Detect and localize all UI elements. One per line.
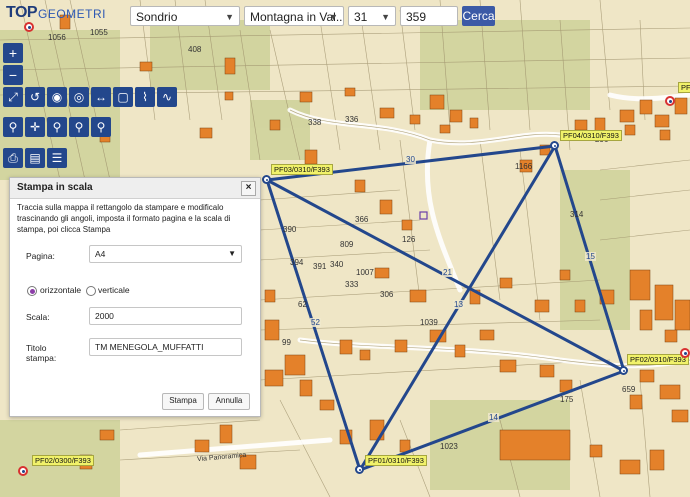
curve-icon[interactable]: ∿ [157, 87, 177, 107]
crosshair-icon[interactable]: ✛ [25, 117, 45, 137]
logo-top-text: TOP [6, 4, 38, 21]
print-title-label-line2: stampa: [26, 353, 57, 363]
scale-input[interactable]: 2000 [89, 307, 242, 325]
province-select[interactable]: Sondrio ▼ [130, 6, 240, 26]
dialog-header: Stampa in scala × [10, 178, 260, 199]
edge-length-label: 14 [488, 413, 499, 422]
point-label: PF01/0310/F393 [365, 455, 427, 466]
chevron-down-icon: ▼ [225, 12, 234, 22]
province-value: Sondrio [136, 10, 178, 24]
municipality-select[interactable]: Montagna in Val... ▼ [244, 6, 344, 26]
chevron-down-icon: ▼ [381, 12, 390, 22]
measure-distance-icon[interactable]: ↔ [91, 87, 111, 107]
rectangle-corner-handle[interactable] [619, 366, 628, 375]
point-label: PF04/0310/F393 [560, 130, 622, 141]
marker-icon[interactable]: ⚲ [3, 117, 23, 137]
scale-print-dialog: Stampa in scala × Traccia sulla mappa il… [9, 177, 261, 417]
edge-length-label: 21 [442, 268, 453, 277]
orientation-horizontal-radio[interactable] [27, 286, 37, 296]
chevron-down-icon: ▼ [329, 12, 338, 22]
survey-point-icon[interactable] [680, 348, 690, 358]
list-icon[interactable]: ☰ [47, 148, 67, 168]
print-button[interactable]: Stampa [162, 393, 204, 410]
survey-point-icon[interactable] [665, 96, 675, 106]
point-label: PF0 [678, 82, 690, 93]
scale-label: Scala: [26, 312, 50, 322]
circle-target-icon[interactable]: ◎ [69, 87, 89, 107]
rectangle-corner-handle[interactable] [262, 175, 271, 184]
zoom-in-button[interactable]: + [3, 43, 23, 63]
point-label: PF03/0310/F393 [271, 164, 333, 175]
point-label: PF02/0300/F393 [32, 455, 94, 466]
dialog-title: Stampa in scala [17, 182, 93, 193]
search-button[interactable]: Cerca [462, 6, 495, 26]
page-label: Pagina: [26, 251, 55, 261]
print-title-input[interactable]: TM MENEGOLA_MUFFATTI [89, 338, 242, 356]
orientation-vertical-radio[interactable] [86, 286, 96, 296]
polygon-icon[interactable]: ⌇ [135, 87, 155, 107]
dialog-instructions: Traccia sulla mappa il rettangolo da sta… [17, 203, 231, 234]
topgeometri-logo: TOP GEOMETRI [6, 4, 106, 28]
expand-icon[interactable]: ⤢ [3, 87, 23, 107]
rotate-icon[interactable]: ↺ [25, 87, 45, 107]
search-zoom-icon[interactable]: ⚲ [91, 117, 111, 137]
point-label: PF02/0310/F393 [627, 354, 689, 365]
close-icon[interactable]: × [241, 181, 256, 196]
page-format-value: A4 [95, 249, 106, 259]
edge-length-label: 13 [453, 300, 464, 309]
print-icon[interactable]: ⎙ [3, 148, 23, 168]
orientation-vertical-label: verticale [98, 285, 130, 295]
orientation-horizontal-label: orizzontale [40, 285, 82, 295]
square-icon[interactable]: ▢ [113, 87, 133, 107]
page-format-select[interactable]: A4 ▼ [89, 245, 242, 263]
zoom-out-button[interactable]: − [3, 65, 23, 85]
parcel-input[interactable]: 359 [400, 6, 458, 26]
print-title-label-line1: Titolo [26, 343, 47, 353]
chevron-down-icon: ▼ [228, 249, 236, 258]
survey-point-icon[interactable] [18, 466, 28, 476]
markers-icon[interactable]: ⚲ [69, 117, 89, 137]
map-book-icon[interactable]: ▤ [25, 148, 45, 168]
parcel-value: 359 [406, 10, 427, 24]
edge-length-label: 52 [310, 318, 321, 327]
sheet-select[interactable]: 31 ▼ [348, 6, 396, 26]
logo-geometri-text: GEOMETRI [38, 7, 107, 21]
edge-length-label: 30 [405, 155, 416, 164]
cancel-button[interactable]: Annulla [208, 393, 250, 410]
rectangle-corner-handle[interactable] [550, 141, 559, 150]
sheet-value: 31 [354, 10, 368, 24]
target-icon[interactable]: ◉ [47, 87, 67, 107]
add-marker-icon[interactable]: ⚲ [47, 117, 67, 137]
rectangle-corner-handle[interactable] [355, 465, 364, 474]
edge-length-label: 15 [585, 252, 596, 261]
